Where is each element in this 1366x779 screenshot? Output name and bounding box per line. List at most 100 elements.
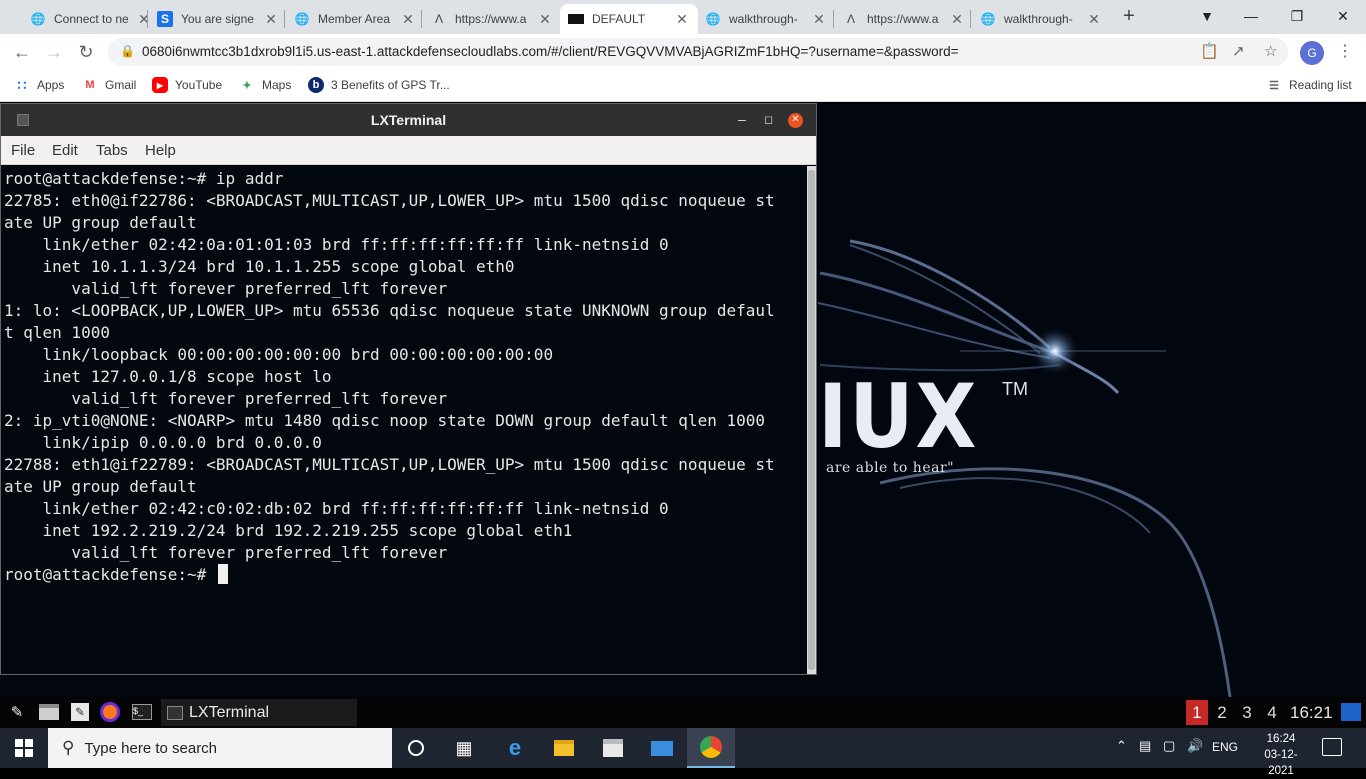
chevron-up-icon[interactable]: ⌃	[1116, 738, 1127, 754]
address-bar[interactable]: 🔒 0680i6nwmtcc3b1dxrob9l1i5.us-east-1.at…	[108, 38, 1288, 66]
menu-launcher-icon[interactable]: ✎	[6, 701, 28, 723]
a-icon: Λ	[846, 12, 855, 26]
lock-icon[interactable]: 🔒	[120, 44, 135, 58]
workspace-1[interactable]: 1	[1186, 700, 1208, 725]
close-icon[interactable]: ✕	[263, 11, 279, 28]
firefox-icon[interactable]	[99, 701, 121, 723]
tab-signed-in[interactable]: S You are signe ✕	[149, 4, 287, 34]
tab-walkthrough-1[interactable]: 🌐 walkthrough- ✕	[697, 4, 835, 34]
s-icon: S	[157, 11, 173, 27]
close-icon[interactable]: ✕	[949, 11, 965, 28]
edge-icon[interactable]: e	[491, 728, 539, 768]
more-menu-icon[interactable]: ⋮	[1337, 41, 1353, 61]
restore-icon[interactable]: ❐	[1274, 0, 1320, 34]
reload-icon[interactable]: ↻	[74, 40, 98, 64]
terminal-icon	[167, 705, 183, 720]
minimize-icon[interactable]: –	[738, 111, 746, 127]
terminal-line: ate UP group default	[4, 213, 197, 232]
close-icon[interactable]: ✕	[1086, 11, 1102, 28]
file-explorer-icon[interactable]	[540, 728, 588, 768]
clipboard-icon[interactable]: 📋	[1200, 42, 1219, 60]
start-button[interactable]	[0, 728, 48, 768]
browser-tab-strip: 🌐 Connect to ne ✕ S You are signe ✕ 🌐 Me…	[0, 0, 1366, 34]
search-placeholder: Type here to search	[84, 739, 218, 757]
language-indicator[interactable]: ENG	[1212, 740, 1238, 754]
maximize-icon[interactable]: ◻	[764, 113, 773, 126]
terminal-line: valid_lft forever preferred_lft forever	[4, 389, 448, 408]
close-icon[interactable]: ✕	[674, 11, 690, 28]
workspace-2[interactable]: 2	[1211, 700, 1233, 725]
bookmark-apps[interactable]: ∷ Apps	[14, 77, 65, 93]
minimize-icon[interactable]: —	[1228, 0, 1274, 34]
bookmark-star-icon[interactable]: ☆	[1264, 42, 1277, 60]
reading-list-button[interactable]: ☰ Reading list	[1266, 77, 1352, 93]
menu-help[interactable]: Help	[145, 142, 176, 159]
globe-icon: 🌐	[30, 12, 46, 26]
terminal-prompt-line[interactable]: root@attackdefense:~#	[4, 564, 775, 586]
terminal-titlebar[interactable]: LXTerminal – ◻ ✕	[1, 104, 816, 136]
forward-arrow-icon[interactable]: →	[42, 40, 66, 64]
b-icon: b	[308, 77, 324, 93]
new-tab-button[interactable]: +	[1117, 5, 1141, 29]
bookmark-label: 3 Benefits of GPS Tr...	[331, 78, 450, 92]
tab-search-icon[interactable]: ▼	[1184, 0, 1230, 34]
store-icon[interactable]	[589, 728, 637, 768]
url-text[interactable]: 0680i6nwmtcc3b1dxrob9l1i5.us-east-1.atta…	[142, 44, 959, 59]
mail-icon[interactable]	[638, 728, 686, 768]
panel-tray-icon[interactable]	[1341, 703, 1361, 721]
bookmark-gmail[interactable]: M Gmail	[82, 77, 136, 93]
cortana-icon[interactable]	[392, 728, 440, 768]
clock-date: 03-12-2021	[1264, 749, 1298, 777]
terminal-line: inet 10.1.1.3/24 brd 10.1.1.255 scope gl…	[4, 257, 515, 276]
tab-https-2[interactable]: Λ https://www.a ✕	[835, 4, 973, 34]
menu-file[interactable]: File	[11, 142, 35, 159]
terminal-line: valid_lft forever preferred_lft forever	[4, 543, 448, 562]
terminal-menubar: File Edit Tabs Help	[1, 136, 816, 165]
panel-clock[interactable]: 16:21	[1290, 700, 1333, 725]
windows-logo-icon	[15, 739, 33, 757]
bookmarks-bar: ∷ Apps M Gmail ▶ YouTube ✦ Maps b 3 Bene…	[0, 70, 1366, 102]
tab-default[interactable]: DEFAULT ✕	[560, 4, 698, 34]
menu-edit[interactable]: Edit	[52, 142, 78, 159]
tab-title: You are signe	[181, 12, 254, 26]
bookmark-youtube[interactable]: ▶ YouTube	[152, 77, 222, 93]
volume-icon[interactable]: 🔊	[1187, 738, 1203, 754]
text-cursor	[217, 564, 228, 584]
scrollbar-thumb[interactable]	[808, 170, 815, 670]
workspace-3[interactable]: 3	[1236, 700, 1258, 725]
browser-toolbar: ← → ↻ 🔒 0680i6nwmtcc3b1dxrob9l1i5.us-eas…	[0, 34, 1366, 70]
terminal-scrollbar[interactable]	[807, 166, 816, 674]
tab-walkthrough-2[interactable]: 🌐 walkthrough- ✕	[972, 4, 1110, 34]
close-icon[interactable]: ✕	[400, 11, 416, 28]
chrome-taskbar-icon[interactable]	[687, 728, 735, 768]
close-icon[interactable]: ✕	[537, 11, 553, 28]
file-manager-icon[interactable]	[38, 701, 60, 723]
close-icon[interactable]: ✕	[788, 113, 803, 128]
workspace-4[interactable]: 4	[1261, 700, 1283, 725]
globe-icon: 🌐	[705, 12, 721, 26]
network-icon[interactable]: ▤	[1139, 738, 1151, 754]
task-view-icon[interactable]: ▦	[440, 728, 488, 768]
windows-search-box[interactable]: ⚲ Type here to search	[48, 728, 392, 768]
text-editor-icon[interactable]: ✎	[69, 701, 91, 723]
terminal-output[interactable]: root@attackdefense:~# ip addr 22785: eth…	[1, 166, 807, 674]
bookmark-label: YouTube	[175, 78, 223, 92]
remote-desktop: IUX TM are able to hear" LXTerminal – ◻ …	[0, 103, 1366, 697]
share-icon[interactable]: ↗	[1232, 42, 1245, 60]
tab-connect[interactable]: 🌐 Connect to ne ✕	[22, 4, 160, 34]
device-icon[interactable]: ▢	[1163, 738, 1175, 754]
taskbar-item-lxterminal[interactable]: LXTerminal	[161, 699, 357, 726]
tab-https-1[interactable]: Λ https://www.a ✕	[423, 4, 561, 34]
terminal-launcher-icon[interactable]: $_	[131, 701, 153, 723]
bookmark-gps[interactable]: b 3 Benefits of GPS Tr...	[308, 77, 450, 93]
close-window-icon[interactable]: ✕	[1320, 0, 1366, 34]
notification-icon[interactable]	[1322, 738, 1342, 756]
close-icon[interactable]: ✕	[811, 11, 827, 28]
back-arrow-icon[interactable]: ←	[10, 40, 34, 64]
tab-member-area[interactable]: 🌐 Member Area ✕	[286, 4, 424, 34]
youtube-icon: ▶	[152, 77, 168, 93]
profile-avatar[interactable]: G	[1300, 41, 1324, 65]
system-clock[interactable]: 16:24 03-12-2021	[1256, 731, 1306, 779]
menu-tabs[interactable]: Tabs	[96, 142, 128, 159]
bookmark-maps[interactable]: ✦ Maps	[239, 77, 291, 93]
